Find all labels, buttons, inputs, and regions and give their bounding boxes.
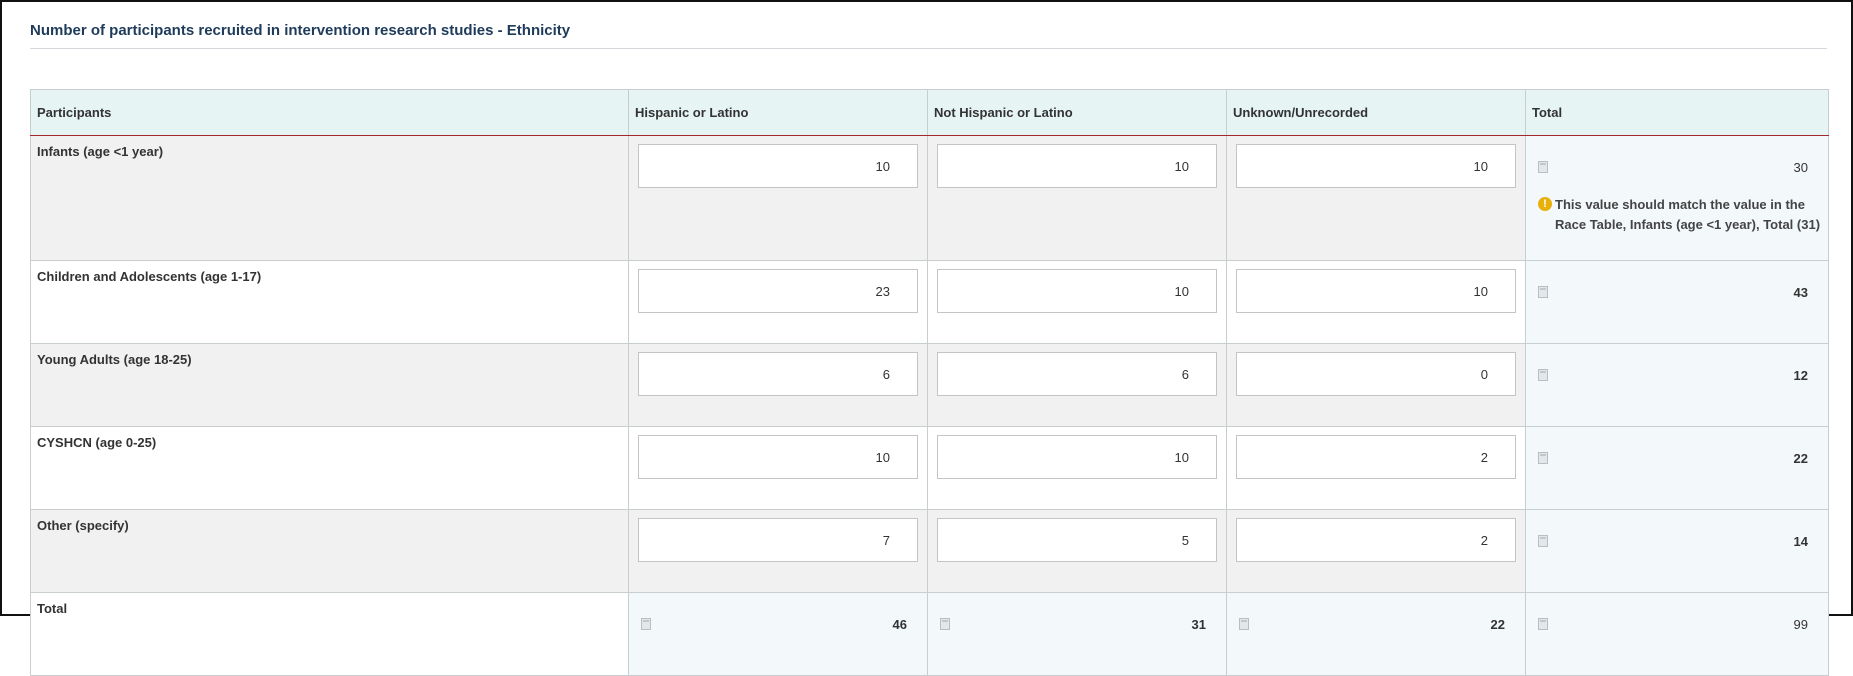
calculator-icon <box>1538 286 1548 298</box>
total-not-hispanic-cell: 31 <box>927 592 1227 676</box>
unknown-input[interactable] <box>1236 352 1516 396</box>
header-hispanic: Hispanic or Latino <box>628 89 928 136</box>
hispanic-input[interactable] <box>638 435 918 479</box>
hispanic-input[interactable] <box>638 144 918 188</box>
row-label: Young Adults (age 18-25) <box>30 343 629 427</box>
row-total-value: 14 <box>1793 533 1808 549</box>
row-total-cell: 14 <box>1525 509 1829 593</box>
table-row-other: Other (specify) 14 <box>30 509 1829 593</box>
row-total-cell: 22 <box>1525 426 1829 510</box>
table-row-infants: Infants (age <1 year) 30 ! <box>30 135 1829 261</box>
row-total-cell: 30 ! This value should match the value i… <box>1525 135 1829 261</box>
validation-warning: ! This value should match the value in t… <box>1538 195 1822 235</box>
cell-unknown <box>1226 426 1526 510</box>
header-participants: Participants <box>30 89 629 136</box>
unknown-input[interactable] <box>1236 269 1516 313</box>
title-divider <box>30 48 1827 49</box>
row-label: Other (specify) <box>30 509 629 593</box>
ethnicity-table: Participants Hispanic or Latino Not Hisp… <box>30 89 1829 676</box>
exclamation-circle-icon: ! <box>1538 197 1552 211</box>
calculator-icon <box>1538 618 1548 630</box>
table-row-children: Children and Adolescents (age 1-17) 43 <box>30 260 1829 344</box>
grand-total-value: 99 <box>1793 616 1808 632</box>
cell-unknown <box>1226 135 1526 261</box>
cell-hispanic <box>628 260 928 344</box>
table-row-cyshcn: CYSHCN (age 0-25) 22 <box>30 426 1829 510</box>
cell-not-hispanic <box>927 343 1227 427</box>
cell-hispanic <box>628 135 928 261</box>
row-total-value: 30 <box>1793 159 1808 175</box>
calculator-icon <box>1538 452 1548 464</box>
unknown-input[interactable] <box>1236 144 1516 188</box>
cell-not-hispanic <box>927 509 1227 593</box>
not-hispanic-input[interactable] <box>937 352 1217 396</box>
hispanic-input[interactable] <box>638 518 918 562</box>
cell-hispanic <box>628 426 928 510</box>
header-total: Total <box>1525 89 1829 136</box>
section-title: Number of participants recruited in inte… <box>30 22 571 39</box>
cell-hispanic <box>628 509 928 593</box>
header-row: Participants Hispanic or Latino Not Hisp… <box>30 89 1829 136</box>
calculator-icon <box>1538 369 1548 381</box>
table-row-young-adults: Young Adults (age 18-25) 12 <box>30 343 1829 427</box>
header-unknown: Unknown/Unrecorded <box>1226 89 1526 136</box>
unknown-input[interactable] <box>1236 518 1516 562</box>
unknown-input[interactable] <box>1236 435 1516 479</box>
total-hispanic-cell: 46 <box>628 592 928 676</box>
hispanic-input[interactable] <box>638 352 918 396</box>
cell-not-hispanic <box>927 426 1227 510</box>
header-not-hispanic: Not Hispanic or Latino <box>927 89 1227 136</box>
total-unknown-value: 22 <box>1490 616 1505 632</box>
not-hispanic-input[interactable] <box>937 435 1217 479</box>
row-label: Total <box>30 592 629 676</box>
hispanic-input[interactable] <box>638 269 918 313</box>
cell-not-hispanic <box>927 135 1227 261</box>
grand-total-cell: 99 <box>1525 592 1829 676</box>
cell-not-hispanic <box>927 260 1227 344</box>
cell-hispanic <box>628 343 928 427</box>
cell-unknown <box>1226 343 1526 427</box>
row-label: CYSHCN (age 0-25) <box>30 426 629 510</box>
row-total-value: 12 <box>1793 367 1808 383</box>
not-hispanic-input[interactable] <box>937 144 1217 188</box>
calculator-icon <box>1538 161 1548 173</box>
not-hispanic-input[interactable] <box>937 269 1217 313</box>
calculator-icon <box>940 618 950 630</box>
page-frame: Number of participants recruited in inte… <box>0 0 1853 676</box>
not-hispanic-input[interactable] <box>937 518 1217 562</box>
total-not-hispanic-value: 31 <box>1191 616 1206 632</box>
row-total-value: 43 <box>1793 284 1808 300</box>
row-total-cell: 43 <box>1525 260 1829 344</box>
table-row-total: Total 46 31 22 99 <box>30 592 1829 676</box>
total-unknown-cell: 22 <box>1226 592 1526 676</box>
row-label: Children and Adolescents (age 1-17) <box>30 260 629 344</box>
cell-unknown <box>1226 260 1526 344</box>
calculator-icon <box>1538 535 1548 547</box>
row-label: Infants (age <1 year) <box>30 135 629 261</box>
calculator-icon <box>641 618 651 630</box>
row-total-value: 22 <box>1793 450 1808 466</box>
warning-text: This value should match the value in the… <box>1555 197 1821 232</box>
cell-unknown <box>1226 509 1526 593</box>
row-total-cell: 12 <box>1525 343 1829 427</box>
calculator-icon <box>1239 618 1249 630</box>
total-hispanic-value: 46 <box>892 616 907 632</box>
